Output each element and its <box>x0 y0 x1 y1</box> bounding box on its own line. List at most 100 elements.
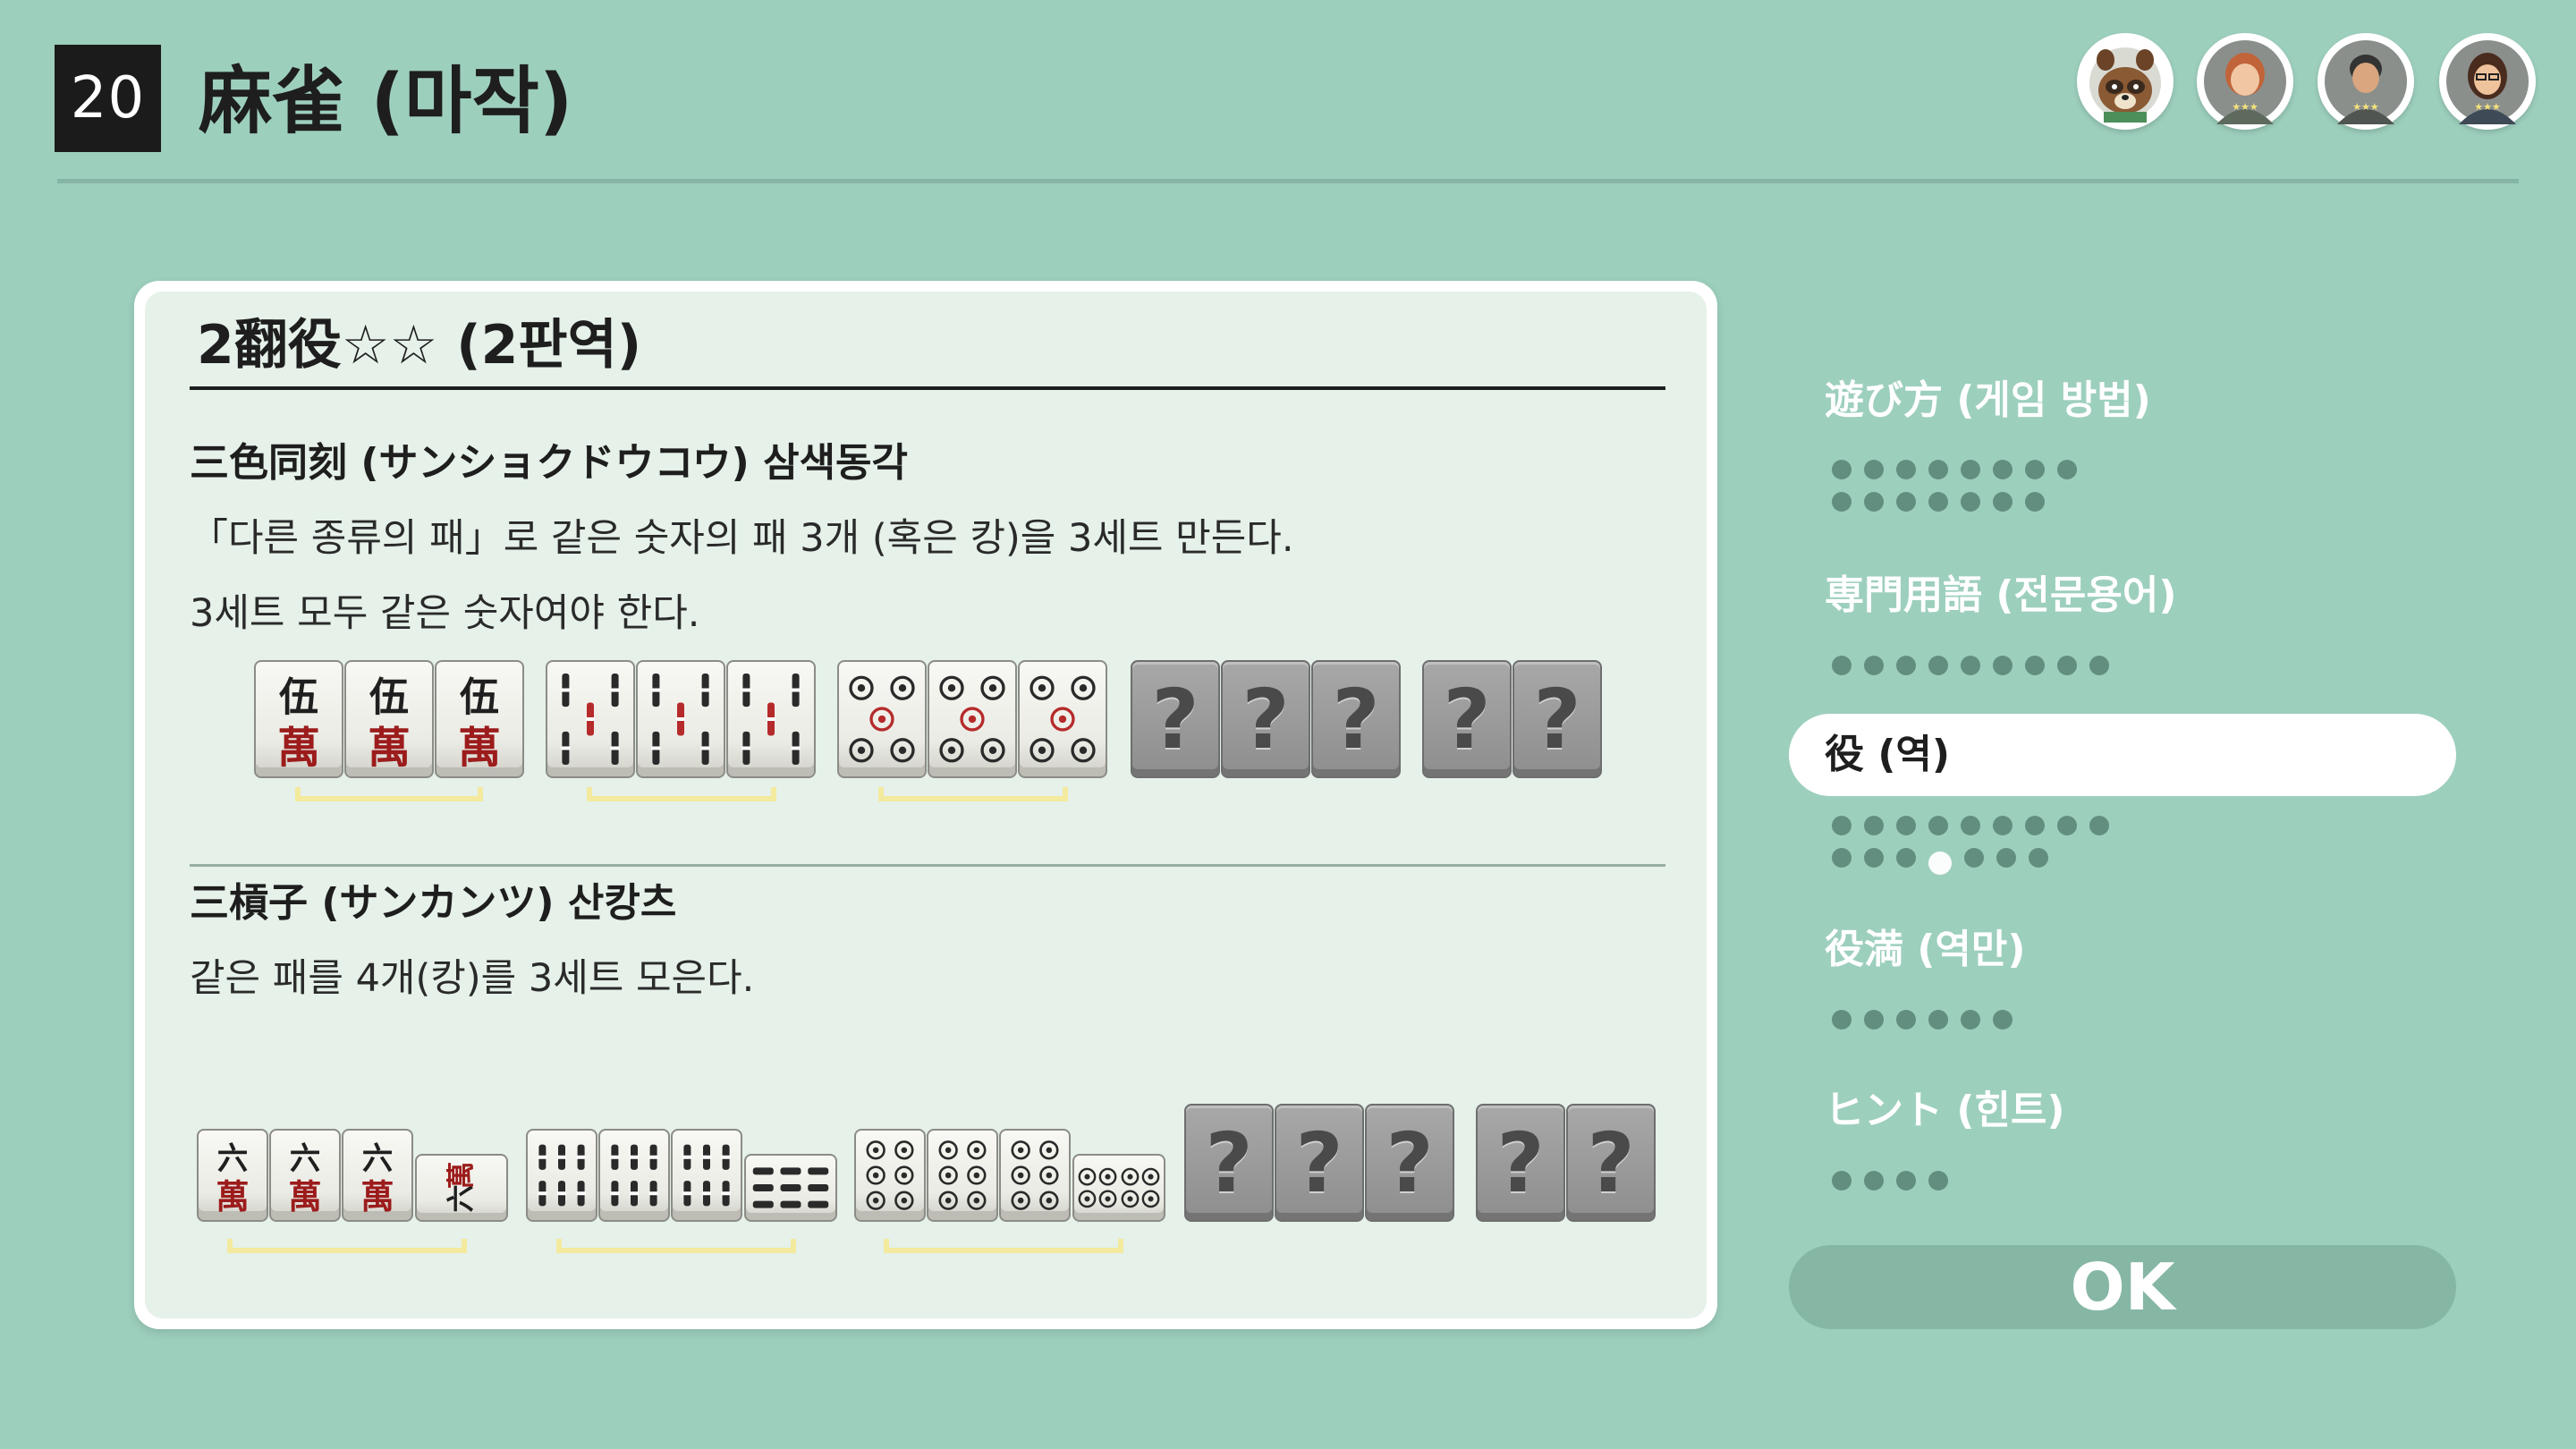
meld-bracket <box>227 1239 467 1253</box>
svg-text:六: 六 <box>362 1141 394 1177</box>
menu-item-hint[interactable]: ヒント (힌트) <box>1825 1084 2065 1138</box>
man-tile: 六萬 <box>342 1129 413 1222</box>
svg-text:伍: 伍 <box>369 675 409 721</box>
section-title: 2翻役☆☆ (2판역) <box>197 314 642 377</box>
bamboo-tile-sideways <box>744 1154 837 1222</box>
page-dot <box>1864 1010 1884 1030</box>
meld-bracket <box>295 787 483 801</box>
page-dot <box>2025 656 2045 675</box>
page-dot <box>1832 656 1852 675</box>
page-dot <box>1928 460 1948 479</box>
svg-text:★★★: ★★★ <box>2474 101 2501 113</box>
page-dot <box>1896 816 1916 835</box>
man-tile: 伍萬 <box>254 660 343 778</box>
game-number-badge: 20 <box>55 45 161 152</box>
menu-item-yakuman[interactable]: 役満 (역만) <box>1825 923 2026 977</box>
svg-text:伍: 伍 <box>279 675 318 721</box>
svg-text:萬: 萬 <box>458 724 501 771</box>
page-dot <box>1832 1171 1852 1191</box>
page-dot <box>2025 816 2045 835</box>
page-dot <box>1961 460 1980 479</box>
circle-tile <box>837 660 927 778</box>
hidden-tile: ? <box>1131 660 1220 778</box>
page-dot <box>2089 656 2109 675</box>
meld-bracket <box>878 787 1068 801</box>
circle-tile <box>999 1129 1071 1222</box>
hidden-tile: ? <box>1275 1104 1364 1222</box>
bamboo-tile <box>526 1129 597 1222</box>
hidden-tile: ? <box>1221 660 1310 778</box>
page-dot <box>1961 1010 1980 1030</box>
ok-button[interactable]: OK <box>1789 1245 2456 1329</box>
raccoon-avatar[interactable] <box>2077 33 2174 130</box>
page-dot <box>1928 816 1948 835</box>
meld-bracket <box>884 1239 1123 1253</box>
hidden-tile: ? <box>1476 1104 1565 1222</box>
hidden-tile: ? <box>1422 660 1512 778</box>
circle-tile <box>854 1129 926 1222</box>
yaku-description-line: 「다른 종류의 패」로 같은 숫자의 패 3개 (혹은 캉)을 3세트 만든다. <box>190 516 1294 561</box>
man-tile: 六萬 <box>269 1129 341 1222</box>
page-dot <box>1896 460 1916 479</box>
game-title: 麻雀 (마작) <box>199 59 573 144</box>
page-dot <box>1964 848 1984 868</box>
page-dot <box>1896 492 1916 512</box>
page-dot <box>1832 1010 1852 1030</box>
circle-tile-sideways <box>1072 1154 1165 1222</box>
section-title-rule <box>190 386 1665 390</box>
page-dot <box>1832 460 1852 479</box>
yaku-divider <box>190 864 1665 867</box>
page-dot <box>1832 816 1852 835</box>
yaku-description-line: 같은 패를 4개(캉)를 3세트 모은다. <box>190 956 755 1001</box>
page-dot <box>2025 492 2045 512</box>
player-avatar-3[interactable]: ★★★ <box>2318 33 2414 130</box>
page-dot <box>2089 816 2109 835</box>
page-dot <box>1961 816 1980 835</box>
player-face-icon: ★★★ <box>2325 40 2407 124</box>
bamboo-tile <box>726 660 816 778</box>
svg-text:萬: 萬 <box>360 1177 394 1215</box>
page-dot <box>2057 656 2077 675</box>
svg-text:萬: 萬 <box>216 1177 249 1215</box>
page-dot <box>2057 460 2077 479</box>
page-dot <box>1864 1171 1884 1191</box>
page-dot <box>1896 1010 1916 1030</box>
yaku-name-sankantsu: 三槓子 (サンカンツ) 산캉츠 <box>190 880 677 926</box>
page-dot <box>1864 656 1884 675</box>
page-dot <box>1928 1171 1948 1191</box>
player-avatar-2[interactable]: ★★★ <box>2197 33 2293 130</box>
svg-text:六: 六 <box>217 1141 249 1177</box>
menu-item-how-to-play[interactable]: 遊び方 (게임 방법) <box>1825 374 2151 428</box>
page-dot <box>1864 492 1884 512</box>
menu-item-yaku[interactable]: 役 (역) <box>1825 728 1950 782</box>
raccoon-face-icon <box>2089 47 2161 123</box>
man-tile: 六萬 <box>197 1129 268 1222</box>
page-dot <box>1993 1010 2012 1030</box>
page-dot <box>1832 492 1852 512</box>
page-dot <box>1896 1171 1916 1191</box>
svg-text:伍: 伍 <box>460 675 499 721</box>
page-dot <box>1993 656 2012 675</box>
svg-text:萬: 萬 <box>277 724 320 771</box>
hidden-tile: ? <box>1365 1104 1454 1222</box>
page-dot <box>1996 848 2016 868</box>
menu-page-dots <box>1832 1171 1961 1203</box>
man-tile: 伍萬 <box>344 660 434 778</box>
bamboo-tile <box>598 1129 670 1222</box>
menu-item-terminology[interactable]: 専門用語 (전문용어) <box>1825 569 2176 623</box>
svg-text:萬: 萬 <box>288 1177 321 1215</box>
page-dot <box>1928 492 1948 512</box>
page-dot <box>1928 656 1948 675</box>
meld-bracket <box>556 1239 796 1253</box>
bamboo-tile <box>546 660 635 778</box>
page-dot <box>1864 460 1884 479</box>
player-face-icon: ★★★ <box>2204 40 2286 124</box>
player-avatar-4[interactable]: ★★★ <box>2439 33 2536 130</box>
page-dot <box>1993 460 2012 479</box>
page-dot <box>1993 492 2012 512</box>
page-dot <box>1864 848 1884 868</box>
yaku-name-sanshoku-doukou: 三色同刻 (サンショクドウコウ) 삼색동각 <box>190 440 909 486</box>
page-dot <box>1928 851 1952 875</box>
page-dot <box>1832 848 1852 868</box>
svg-text:萬: 萬 <box>445 1162 478 1190</box>
